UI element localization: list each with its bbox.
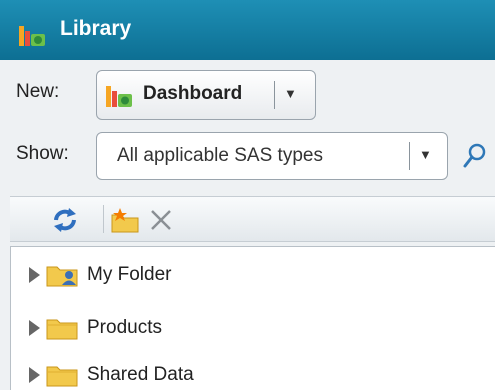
new-label: New:	[16, 81, 60, 102]
new-dashboard-button[interactable]: Dashboard ▼	[96, 70, 316, 120]
dashboard-icon	[106, 86, 132, 107]
new-button-label: Dashboard	[143, 83, 243, 104]
expand-arrow-icon[interactable]	[29, 267, 40, 283]
refresh-icon[interactable]	[50, 205, 80, 235]
folder-tree: My Folder Products Shared Data	[10, 246, 495, 390]
search-icon[interactable]	[462, 142, 488, 170]
show-select-value: All applicable SAS types	[117, 145, 323, 166]
chevron-down-icon[interactable]: ▼	[284, 86, 297, 101]
tree-item-my-folder[interactable]: My Folder	[11, 255, 495, 295]
tree-item-label: Products	[87, 317, 162, 338]
new-folder-icon[interactable]	[110, 205, 140, 235]
button-separator	[274, 81, 275, 109]
chevron-down-icon[interactable]: ▼	[419, 147, 432, 162]
tree-item-label: My Folder	[87, 264, 172, 285]
folder-icon	[46, 319, 78, 340]
user-folder-icon	[46, 266, 78, 287]
tree-item-products[interactable]: Products	[11, 308, 495, 348]
show-label: Show:	[16, 143, 69, 164]
window-title: Library	[60, 17, 132, 40]
select-separator	[409, 142, 410, 170]
library-toolbar	[10, 196, 495, 242]
expand-arrow-icon[interactable]	[29, 320, 40, 336]
tree-item-label: Shared Data	[87, 364, 194, 385]
delete-icon[interactable]	[146, 205, 176, 235]
tree-item-shared-data[interactable]: Shared Data	[11, 355, 495, 390]
expand-arrow-icon[interactable]	[29, 367, 40, 383]
window-titlebar: Library	[0, 0, 495, 60]
folder-icon	[46, 366, 78, 387]
toolbar-separator	[103, 205, 104, 233]
library-icon	[19, 26, 45, 46]
show-type-select[interactable]: All applicable SAS types ▼	[96, 132, 448, 180]
